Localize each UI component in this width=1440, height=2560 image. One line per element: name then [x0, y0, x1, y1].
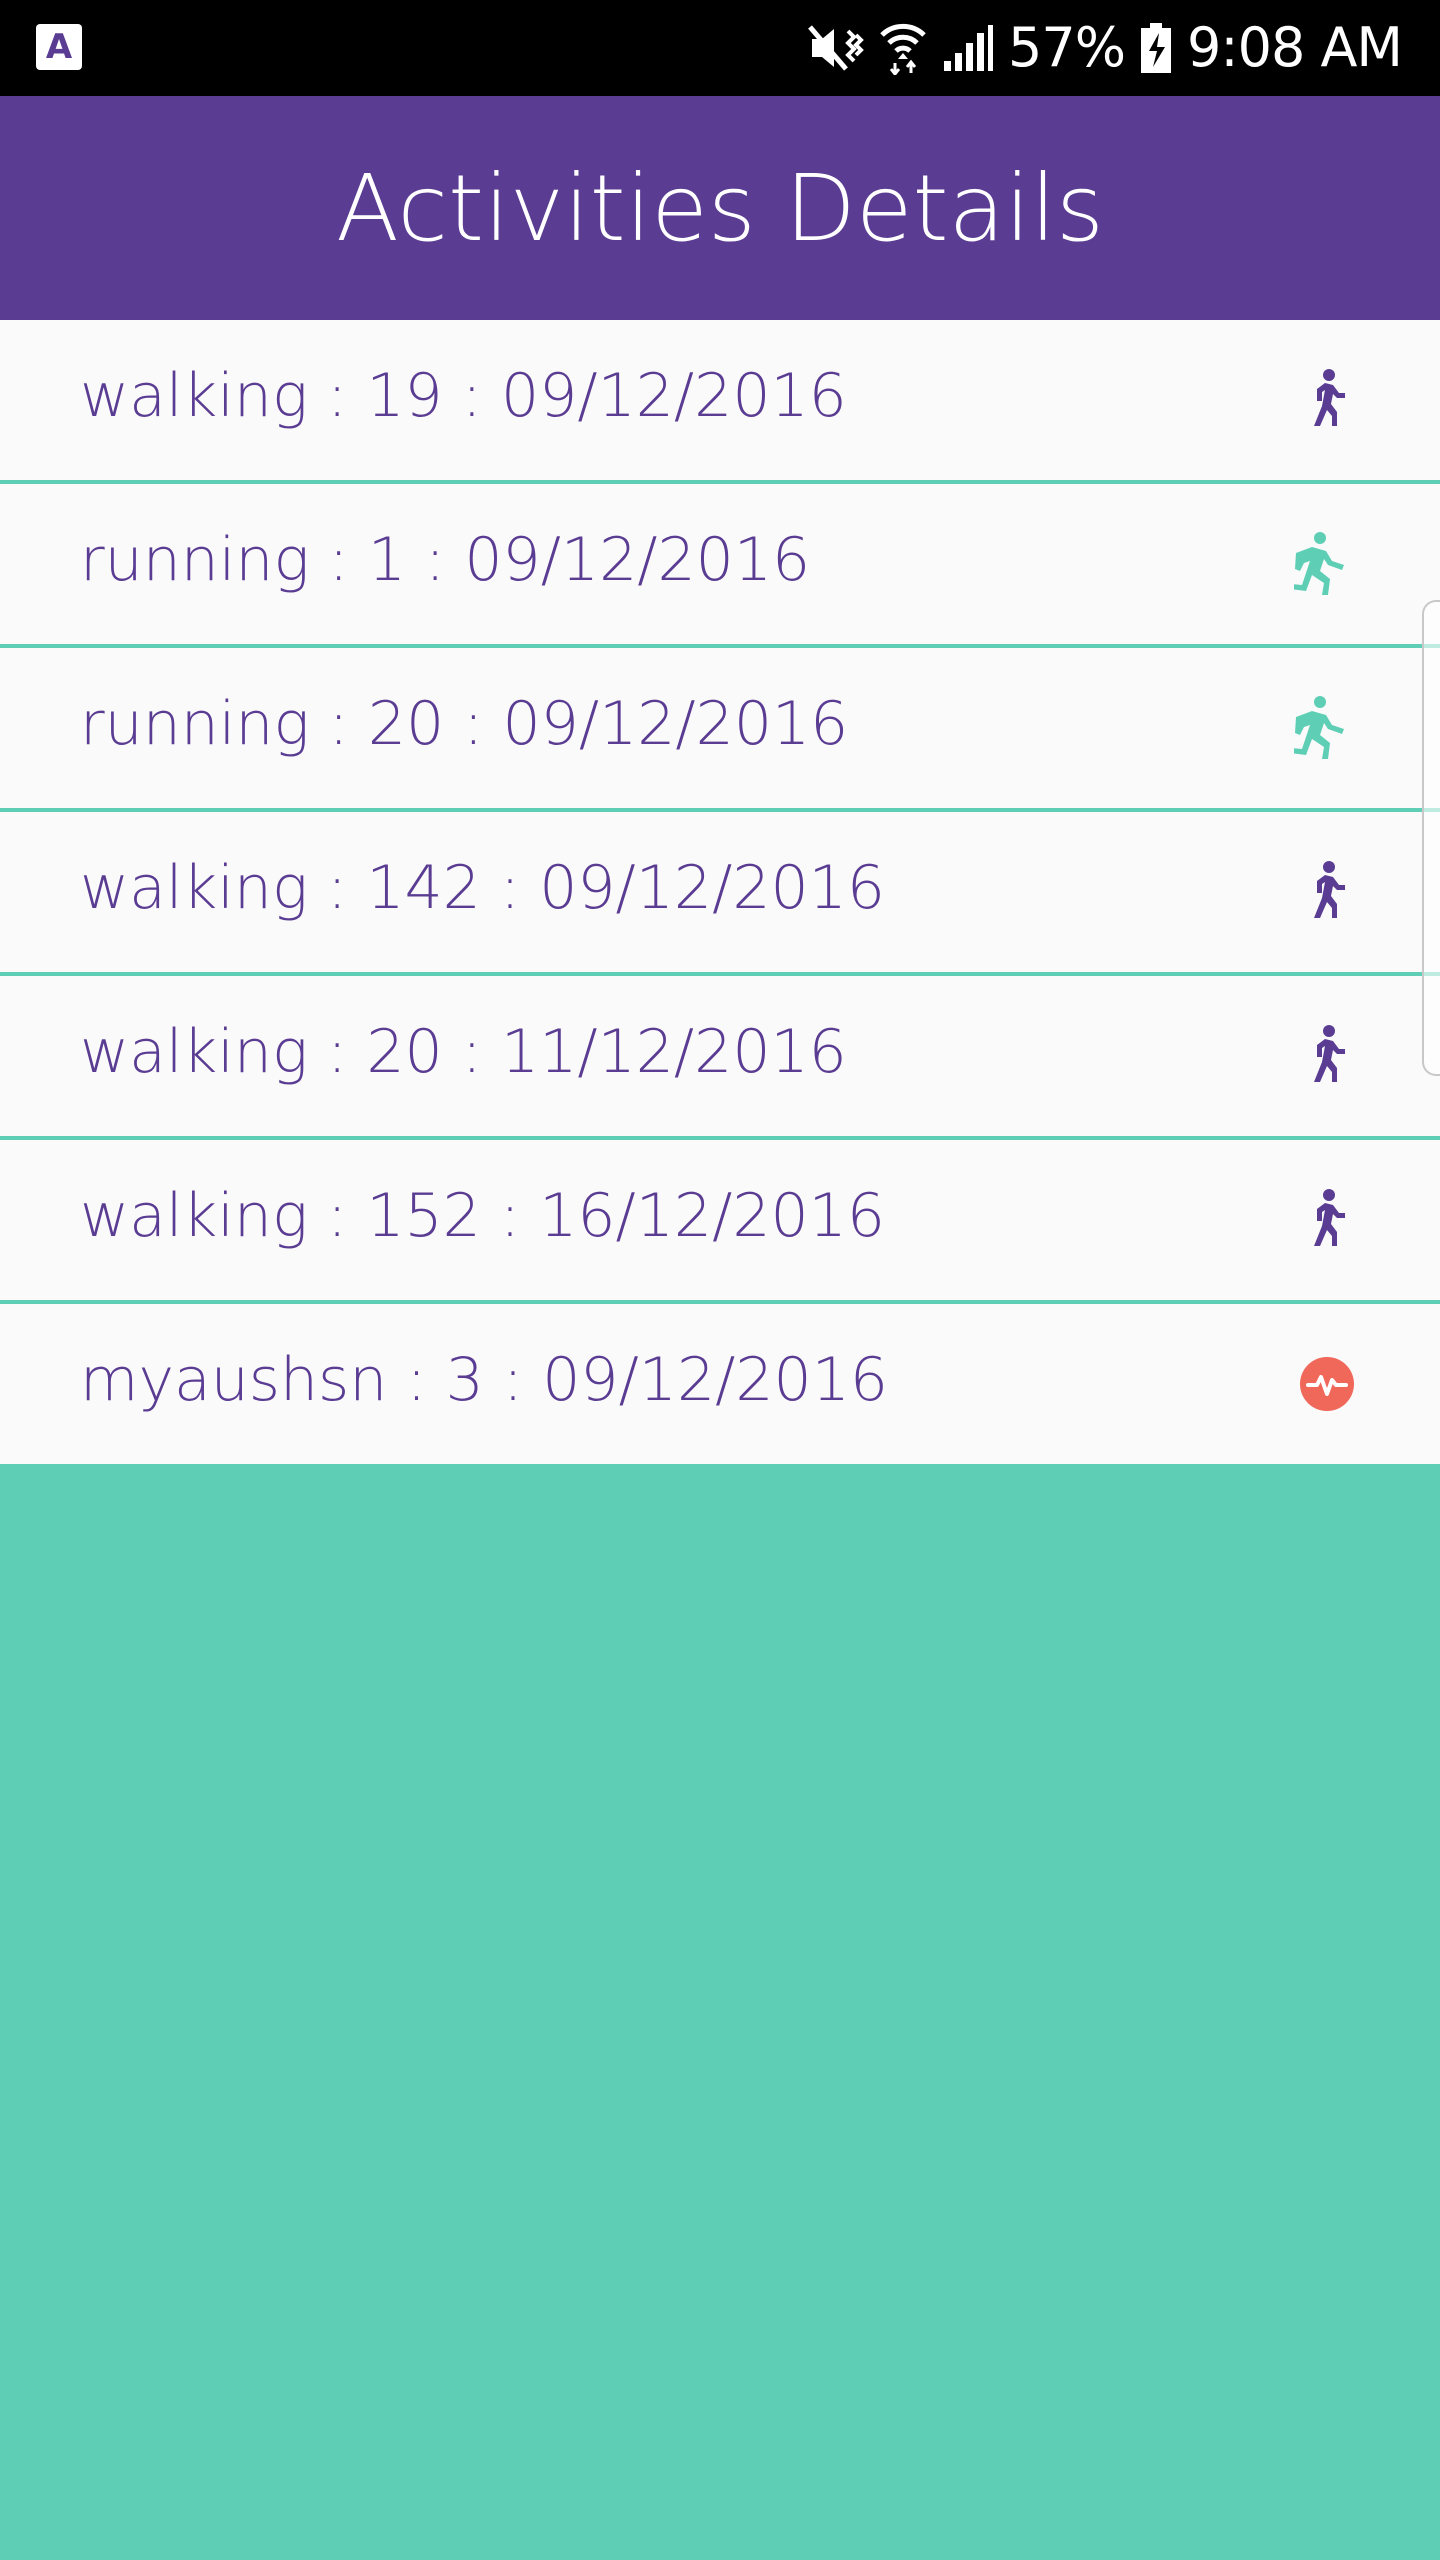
app-notification-icon: A	[36, 24, 82, 70]
walking-icon	[1294, 1187, 1360, 1253]
walking-icon	[1294, 1023, 1360, 1089]
list-item[interactable]: running : 20 : 09/12/2016	[0, 648, 1440, 812]
list-item[interactable]: myaushsn : 3 : 09/12/2016	[0, 1304, 1440, 1468]
battery-percentage: 57%	[1008, 16, 1126, 79]
status-bar: A 57% 9:08 AM	[0, 0, 1440, 96]
activity-label: walking : 142 : 09/12/2016	[80, 852, 886, 923]
activity-label: myaushsn : 3 : 09/12/2016	[80, 1344, 889, 1415]
list-item[interactable]: walking : 142 : 09/12/2016	[0, 812, 1440, 976]
list-item[interactable]: running : 1 : 09/12/2016	[0, 484, 1440, 648]
activity-label: walking : 152 : 16/12/2016	[80, 1180, 886, 1251]
walking-icon	[1294, 859, 1360, 925]
list-item[interactable]: walking : 20 : 11/12/2016	[0, 976, 1440, 1140]
status-indicators: 57% 9:08 AM	[806, 0, 1403, 96]
signal-icon	[944, 25, 993, 71]
clock: 9:08 AM	[1187, 16, 1403, 79]
mute-vibrate-icon	[808, 25, 864, 71]
list-item[interactable]: walking : 19 : 09/12/2016	[0, 320, 1440, 484]
activity-label: walking : 20 : 11/12/2016	[80, 1016, 847, 1087]
heartbeat-icon	[1294, 1351, 1360, 1417]
activity-label: walking : 19 : 09/12/2016	[80, 360, 847, 431]
battery-charging-icon	[1141, 23, 1172, 73]
activity-list: walking : 19 : 09/12/2016 running : 1 : …	[0, 320, 1440, 1468]
running-icon	[1294, 531, 1360, 597]
page-title: Activities Details	[336, 154, 1104, 262]
scroll-handle[interactable]	[1422, 600, 1440, 1076]
list-item[interactable]: walking : 152 : 16/12/2016	[0, 1140, 1440, 1304]
activity-label: running : 20 : 09/12/2016	[80, 688, 849, 759]
wifi-icon	[880, 23, 926, 75]
walking-icon	[1294, 367, 1360, 433]
app-bar: Activities Details	[0, 96, 1440, 320]
app-icon-letter: A	[45, 27, 73, 67]
activity-label: running : 1 : 09/12/2016	[80, 524, 811, 595]
running-icon	[1294, 695, 1360, 761]
